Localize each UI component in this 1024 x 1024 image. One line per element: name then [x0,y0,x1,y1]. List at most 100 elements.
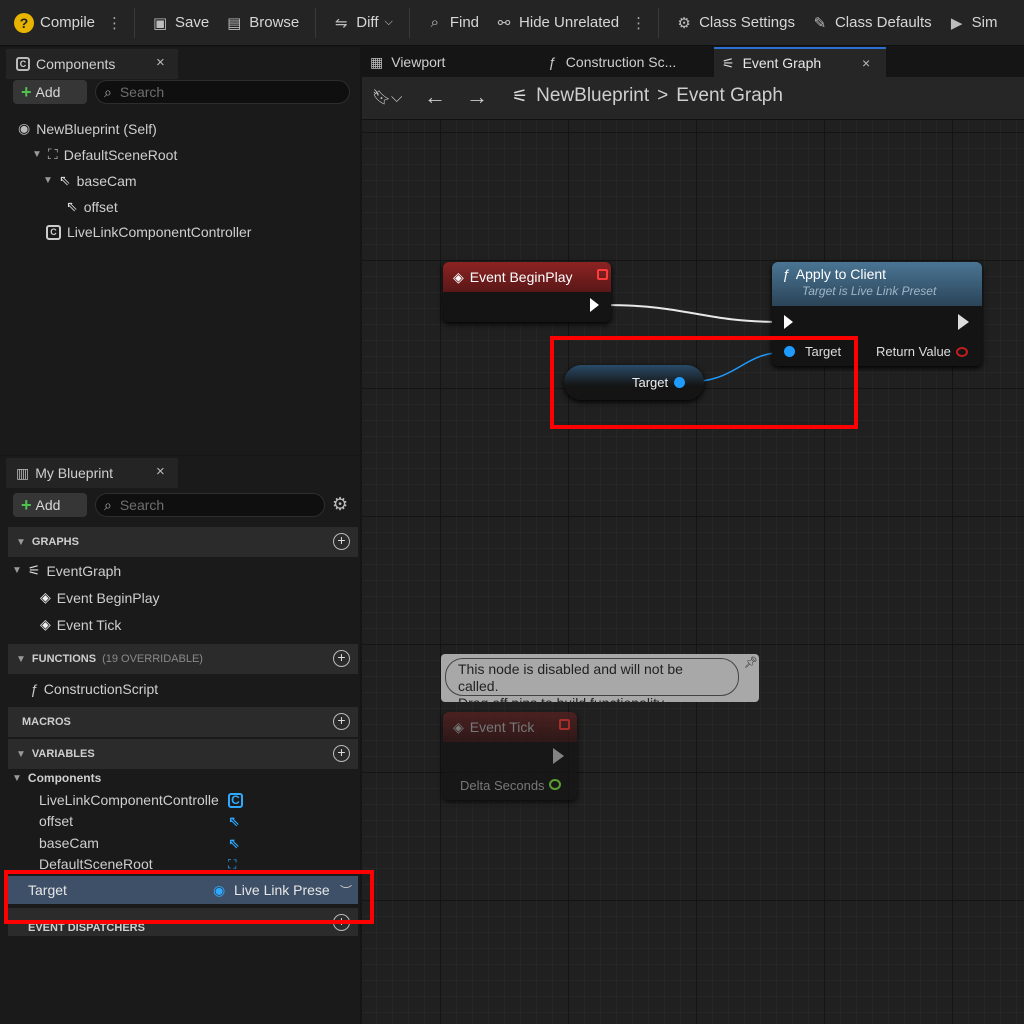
scene-component-type-icon: ⇖ [228,812,240,829]
graph-item-beginplay[interactable]: ◈ Event BeginPlay [40,589,160,606]
book-icon: ▥ [16,464,30,481]
tree-item-basecam[interactable]: ▼ ⇖ baseCam [43,172,137,189]
section-variables[interactable]: ▼ VARIABLES + [8,739,358,769]
delegate-pin-icon[interactable] [597,269,608,280]
scene-component-type-icon: ⇖ [228,834,240,851]
variable-offset[interactable]: offset ⇖ [8,810,358,832]
search-icon: ⌕ [104,496,112,513]
add-variable-icon[interactable]: + [333,745,350,762]
components-icon: C [16,57,30,71]
variable-livelinkcontroller[interactable]: LiveLinkComponentControlle C [8,789,358,811]
class-defaults-button[interactable]: ✎ Class Defaults [803,0,940,45]
section-graphs[interactable]: ▼ GRAPHS + [8,527,358,557]
breadcrumb-current[interactable]: Event Graph [676,85,783,107]
class-settings-button[interactable]: ⚙ Class Settings [667,0,803,45]
diff-button[interactable]: ⇋ Diff ⌵ [324,0,401,45]
node-event-tick[interactable]: ◈ Event Tick Delta Seconds [443,712,577,800]
my-blueprint-tab-label: My Blueprint [35,465,114,481]
compile-button[interactable]: ? Compile [0,0,103,45]
browse-icon: ▤ [227,14,242,32]
my-blueprint-search-input[interactable]: ⌕ Search [95,493,325,517]
breadcrumb-root[interactable]: NewBlueprint [536,85,649,107]
function-icon: ƒ [782,266,790,282]
simulate-button[interactable]: ▶ Sim [940,0,1006,45]
section-macros[interactable]: MACROS + [8,707,358,737]
find-label: Find [449,14,480,31]
livelink-preset-type-icon: ◉ [213,881,226,898]
tab-construction-script[interactable]: ƒ Construction Sc... [540,47,710,77]
return-value-label: Return Value [876,344,951,359]
delta-seconds-pin[interactable] [549,779,561,790]
diff-label: Diff [356,14,379,31]
close-icon[interactable]: × [862,55,870,71]
my-blueprint-tab[interactable]: ▥ My Blueprint [6,458,178,488]
variable-target-selected[interactable]: Target ◉ Live Link Prese ︶ [8,876,358,904]
exec-input-pin[interactable] [784,315,793,329]
tree-item-self[interactable]: ◉ NewBlueprint (Self) [18,120,157,137]
compile-options-icon[interactable]: ⋮ [103,14,126,32]
target-variable-label: Target [632,375,669,390]
forward-arrow-icon[interactable]: → [466,84,488,110]
add-function-icon[interactable]: + [333,650,350,667]
exec-output-pin[interactable] [553,748,564,764]
node-event-beginplay[interactable]: ◈ Event BeginPlay [443,262,611,322]
back-arrow-icon[interactable]: ← [424,84,446,110]
add-graph-icon[interactable]: + [333,533,350,550]
delegate-pin-icon[interactable] [559,719,570,730]
target-input-pin[interactable] [784,346,795,357]
breadcrumb-separator: > [657,85,669,106]
section-event-dispatchers[interactable]: EVENT DISPATCHERS + [8,908,358,936]
node-apply-to-client[interactable]: ƒ Apply to Client Target is Live Link Pr… [772,262,982,366]
save-icon: ▣ [152,14,168,32]
tree-item-default-scene-root[interactable]: ▼ ⛶ DefaultSceneRoot [32,146,177,163]
function-item-constructionscript[interactable]: ƒ ConstructionScript [30,681,158,697]
hide-unrelated-button[interactable]: ⚯ Hide Unrelated [487,0,627,45]
save-button[interactable]: ▣ Save [143,0,217,45]
exec-output-pin[interactable] [958,314,969,330]
component-type-icon: C [228,792,243,808]
find-button[interactable]: ⌕ Find [418,0,487,45]
target-output-pin[interactable] [674,377,685,388]
close-icon[interactable]: × [156,54,165,71]
browse-label: Browse [249,14,300,31]
pin-comment-icon[interactable]: 📌︎ [744,656,758,669]
add-dispatcher-icon[interactable]: + [333,914,350,931]
tab-viewport[interactable]: ▦ Viewport [362,47,532,77]
visibility-eye-icon[interactable]: ︶ [340,882,352,899]
graph-item-eventgraph[interactable]: ▼ ⚟ EventGraph [12,562,121,579]
node-target-variable[interactable]: Target [564,365,704,400]
graph-item-eventtick[interactable]: ◈ Event Tick [40,616,121,633]
variable-basecam[interactable]: baseCam ⇖ [8,832,358,854]
browse-button[interactable]: ▤ Browse [217,0,307,45]
variable-category-components[interactable]: ▼ Components [12,771,101,785]
tree-item-livelink-controller[interactable]: C LiveLinkComponentController [46,224,251,240]
add-member-button[interactable]: + Add [13,493,87,517]
scene-root-type-icon: ⛶ [228,856,237,871]
toolbar-divider [408,7,410,38]
variable-defaultsceneroot[interactable]: DefaultSceneRoot ⛶ [8,853,358,875]
gear-icon[interactable]: ⚙ [332,494,348,515]
components-search-input[interactable]: ⌕ Search [95,80,350,104]
toolbar-divider [315,7,317,38]
node-header: ◈ Event BeginPlay [443,262,611,292]
event-icon: ◈ [453,268,464,285]
event-graph-canvas[interactable] [362,120,1024,1024]
compile-status-icon: ? [14,12,34,33]
exec-output-pin[interactable] [590,298,599,312]
event-icon: ◈ [40,589,51,605]
tab-event-graph[interactable]: ⚟ Event Graph × [714,47,886,77]
add-macro-icon[interactable]: + [333,713,350,730]
section-functions[interactable]: ▼ FUNCTIONS (19 OVERRIDABLE) + [8,644,358,674]
blueprint-self-icon: ◉ [18,120,31,136]
return-value-pin[interactable] [956,347,968,357]
tree-item-offset[interactable]: ⇖ offset [66,198,118,215]
add-component-button[interactable]: + Add [13,80,87,104]
expand-arrow-icon: ▼ [12,565,22,576]
bookmark-icon[interactable]: 🔖︎⌵ [372,88,402,106]
components-tab[interactable]: C Components [6,49,178,79]
components-panel: C Components × + Add ⌕ Search ◉ NewBluep… [0,47,360,455]
more-options-icon[interactable]: ⋮ [627,14,650,32]
class-defaults-label: Class Defaults [834,14,932,31]
close-icon[interactable]: × [156,463,165,480]
scene-root-icon: ⛶ [47,146,58,162]
